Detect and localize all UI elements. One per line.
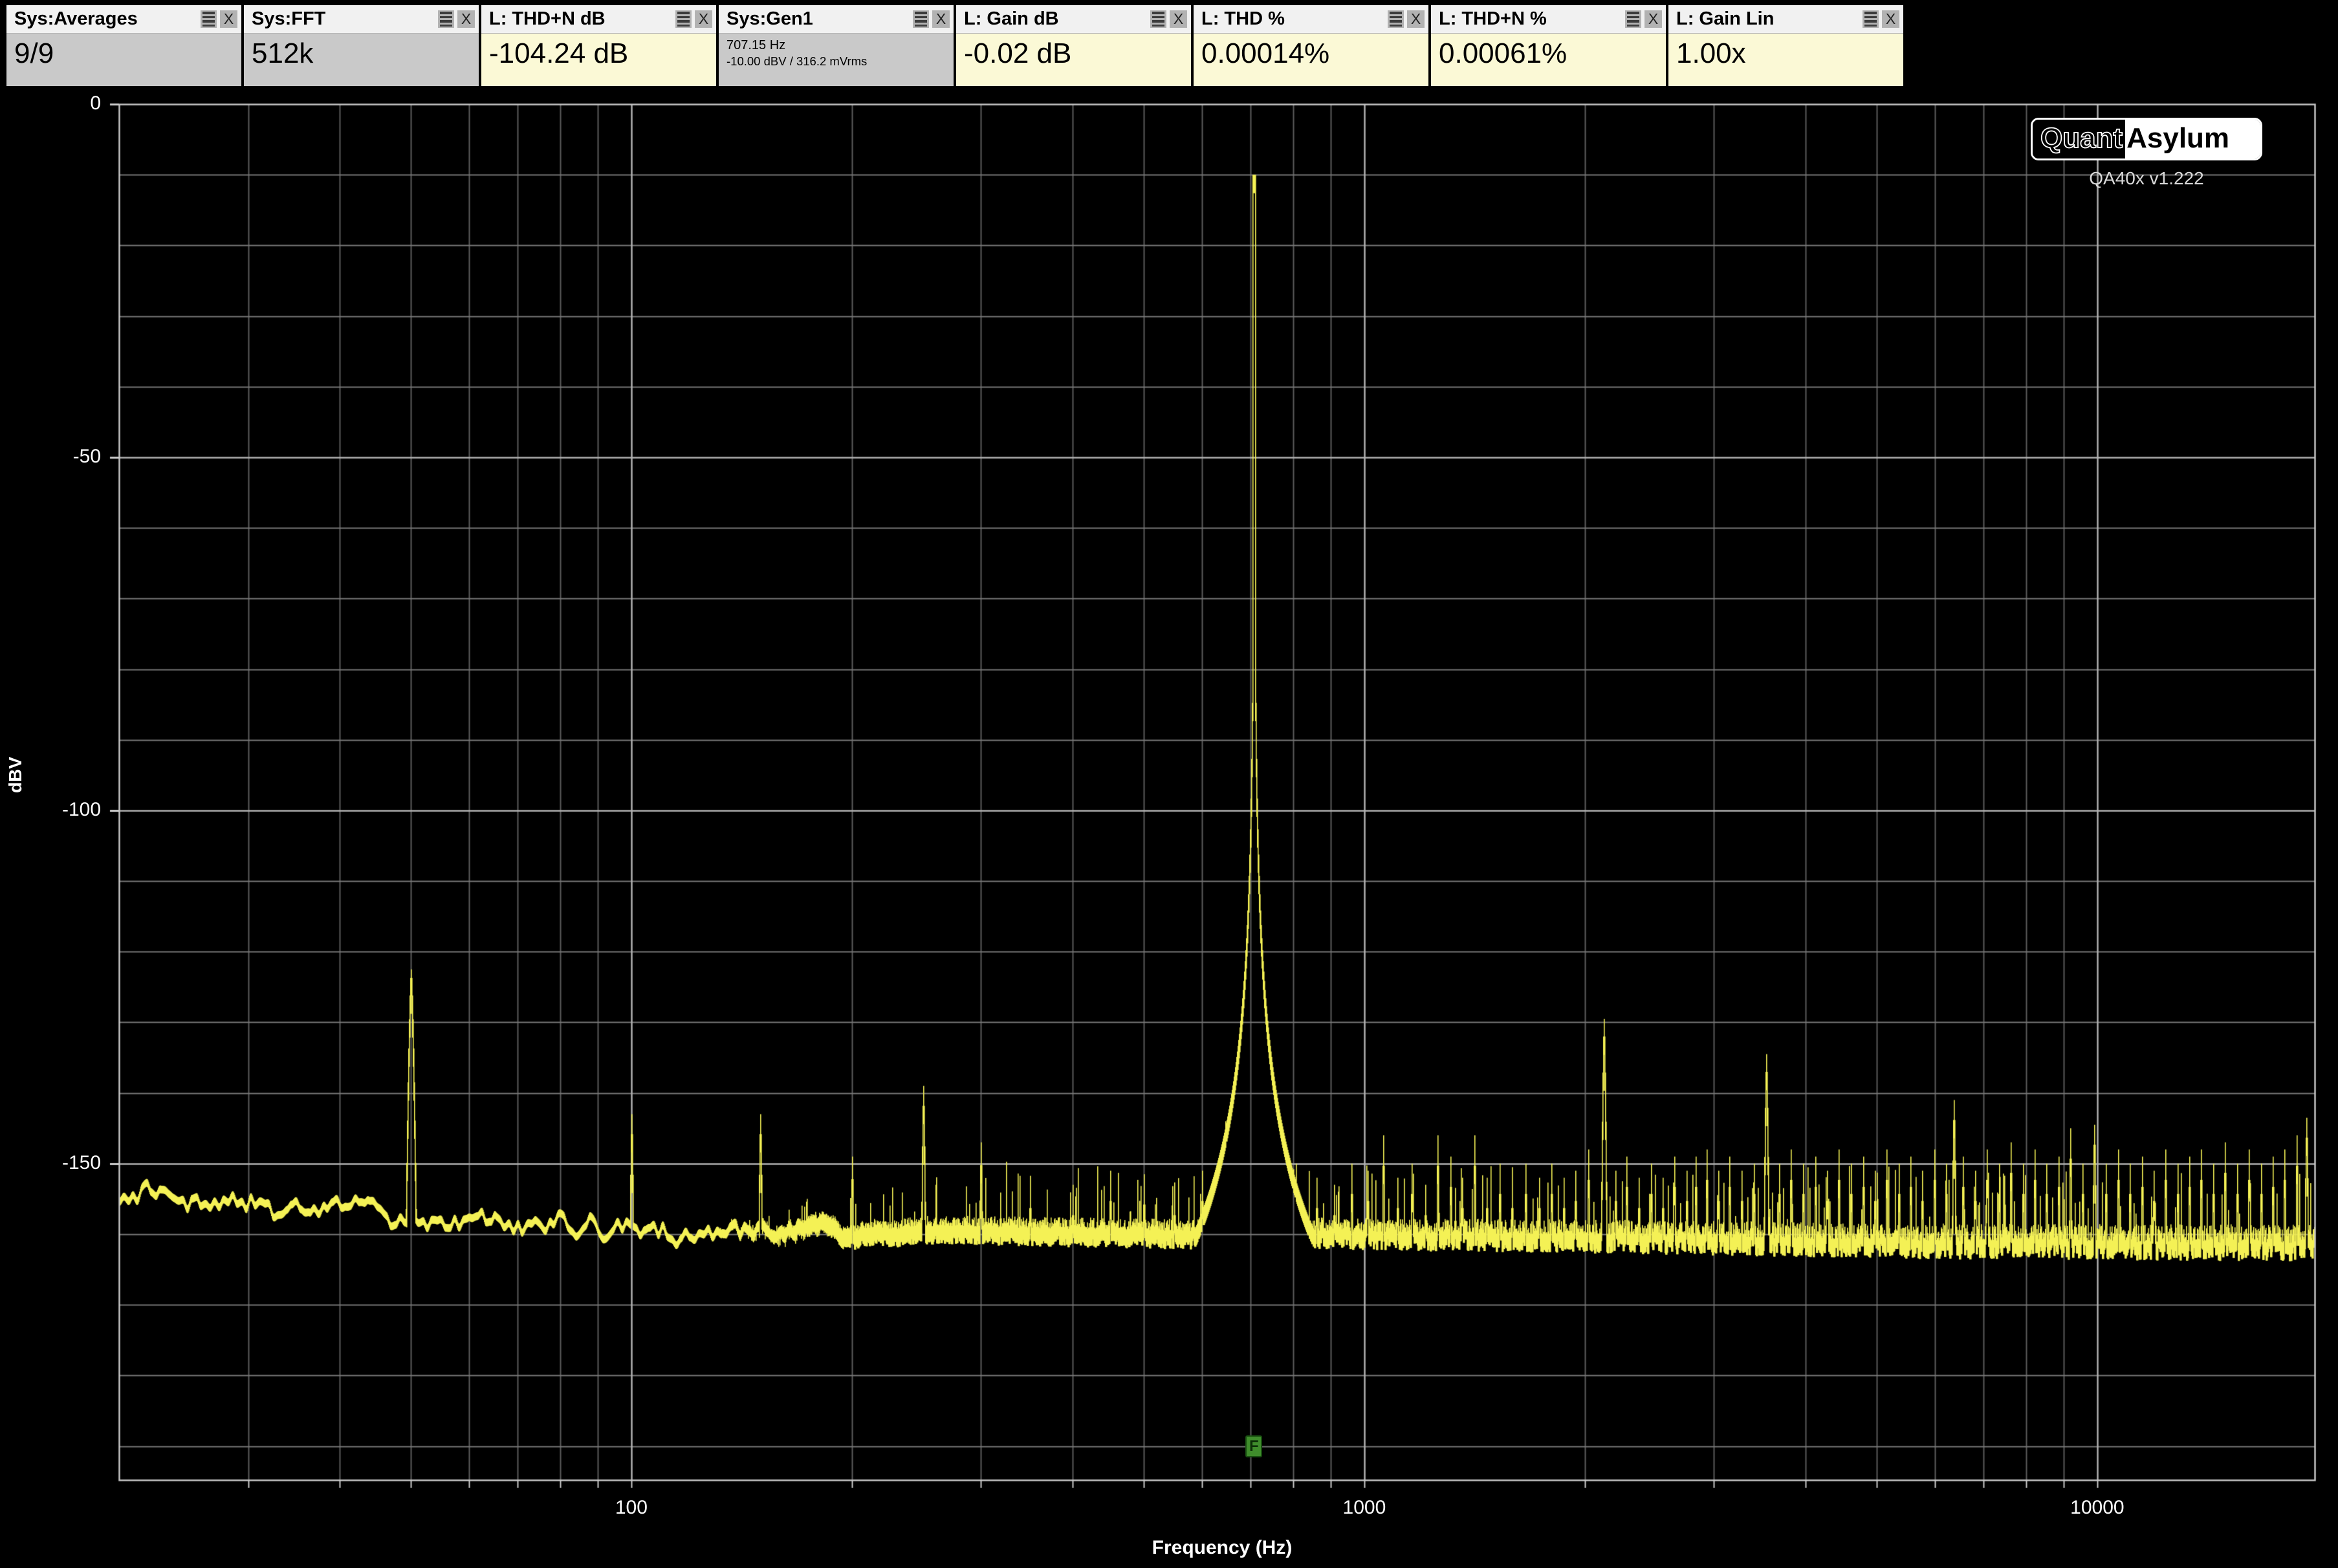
panel-title: L: THD % <box>1201 8 1285 29</box>
menu-icon[interactable] <box>913 10 929 28</box>
panel-value: 0.00014% <box>1194 34 1428 86</box>
logo-asylum: Asylum <box>2125 120 2260 158</box>
panel-value: 512k <box>244 34 479 86</box>
panel-title: Sys:Gen1 <box>727 8 813 29</box>
panel-sys-fft[interactable]: Sys:FFT X 512k <box>244 5 479 86</box>
panel-title: L: Gain dB <box>964 8 1059 29</box>
panel-value: 707.15 Hz -10.00 dBV / 316.2 mVrms <box>719 34 954 86</box>
menu-icon[interactable] <box>1625 10 1641 28</box>
menu-icon[interactable] <box>438 10 454 28</box>
panel-value: -0.02 dB <box>956 34 1191 86</box>
panel-header[interactable]: Sys:Averages X <box>6 5 241 34</box>
panel-thdn-pct[interactable]: L: THD+N % X 0.00061% <box>1431 5 1666 86</box>
panel-header[interactable]: L: Gain dB X <box>956 5 1191 34</box>
panel-sys-gen1[interactable]: Sys:Gen1 X 707.15 Hz -10.00 dBV / 316.2 … <box>719 5 954 86</box>
menu-icon[interactable] <box>675 10 692 28</box>
logo-quant: Quant <box>2033 120 2126 158</box>
x-tick-label: 10000 <box>2070 1497 2125 1518</box>
close-icon[interactable]: X <box>932 10 950 28</box>
panel-title: Sys:Averages <box>14 8 138 29</box>
panel-sys-averages[interactable]: Sys:Averages X 9/9 <box>6 5 241 86</box>
menu-icon[interactable] <box>1150 10 1166 28</box>
menu-icon[interactable] <box>1863 10 1879 28</box>
y-tick-label: -100 <box>61 798 101 820</box>
panel-header[interactable]: Sys:FFT X <box>244 5 479 34</box>
panel-title: L: THD+N dB <box>489 8 606 29</box>
menu-icon[interactable] <box>201 10 217 28</box>
y-axis-title: dBV <box>5 757 25 793</box>
quantasylum-logo: Quant Asylum <box>2031 118 2262 160</box>
firmware-version: QA40x v1.222 <box>2089 168 2204 188</box>
panel-title: Sys:FFT <box>252 8 326 29</box>
panel-header[interactable]: L: THD+N dB X <box>481 5 716 34</box>
y-tick-label: -50 <box>72 445 101 467</box>
panel-thd-pct[interactable]: L: THD % X 0.00014% <box>1194 5 1428 86</box>
generator-frequency-marker[interactable]: F <box>1245 1435 1263 1457</box>
panel-value: 9/9 <box>6 34 241 86</box>
spectrum-plot-canvas[interactable] <box>0 0 2338 1568</box>
panel-header[interactable]: L: THD % X <box>1194 5 1428 34</box>
close-icon[interactable]: X <box>1644 10 1662 28</box>
y-tick-label: 0 <box>90 93 101 114</box>
panel-title: L: THD+N % <box>1439 8 1547 29</box>
panel-header[interactable]: Sys:Gen1 X <box>719 5 954 34</box>
gen1-frequency: 707.15 Hz <box>727 38 786 52</box>
panel-thdn-db[interactable]: L: THD+N dB X -104.24 dB <box>481 5 716 86</box>
panel-gain-lin[interactable]: L: Gain Lin X 1.00x <box>1668 5 1903 86</box>
menu-icon[interactable] <box>1388 10 1404 28</box>
panel-header[interactable]: L: THD+N % X <box>1431 5 1666 34</box>
close-icon[interactable]: X <box>1170 10 1187 28</box>
close-icon[interactable]: X <box>220 10 237 28</box>
panel-title: L: Gain Lin <box>1676 8 1775 29</box>
close-icon[interactable]: X <box>1407 10 1425 28</box>
gen1-level: -10.00 dBV / 316.2 mVrms <box>727 54 868 68</box>
measurement-toolbar: Sys:Averages X 9/9 Sys:FFT X 512k L: THD… <box>6 5 1903 86</box>
x-tick-label: 1000 <box>1342 1497 1386 1518</box>
panel-gain-db[interactable]: L: Gain dB X -0.02 dB <box>956 5 1191 86</box>
y-tick-label: -150 <box>61 1151 101 1173</box>
close-icon[interactable]: X <box>1882 10 1899 28</box>
close-icon[interactable]: X <box>695 10 712 28</box>
panel-value: -104.24 dB <box>481 34 716 86</box>
x-tick-label: 100 <box>615 1497 648 1518</box>
panel-header[interactable]: L: Gain Lin X <box>1668 5 1903 34</box>
x-axis-title: Frequency (Hz) <box>1152 1537 1293 1558</box>
panel-value: 0.00061% <box>1431 34 1666 86</box>
close-icon[interactable]: X <box>457 10 475 28</box>
panel-value: 1.00x <box>1668 34 1903 86</box>
